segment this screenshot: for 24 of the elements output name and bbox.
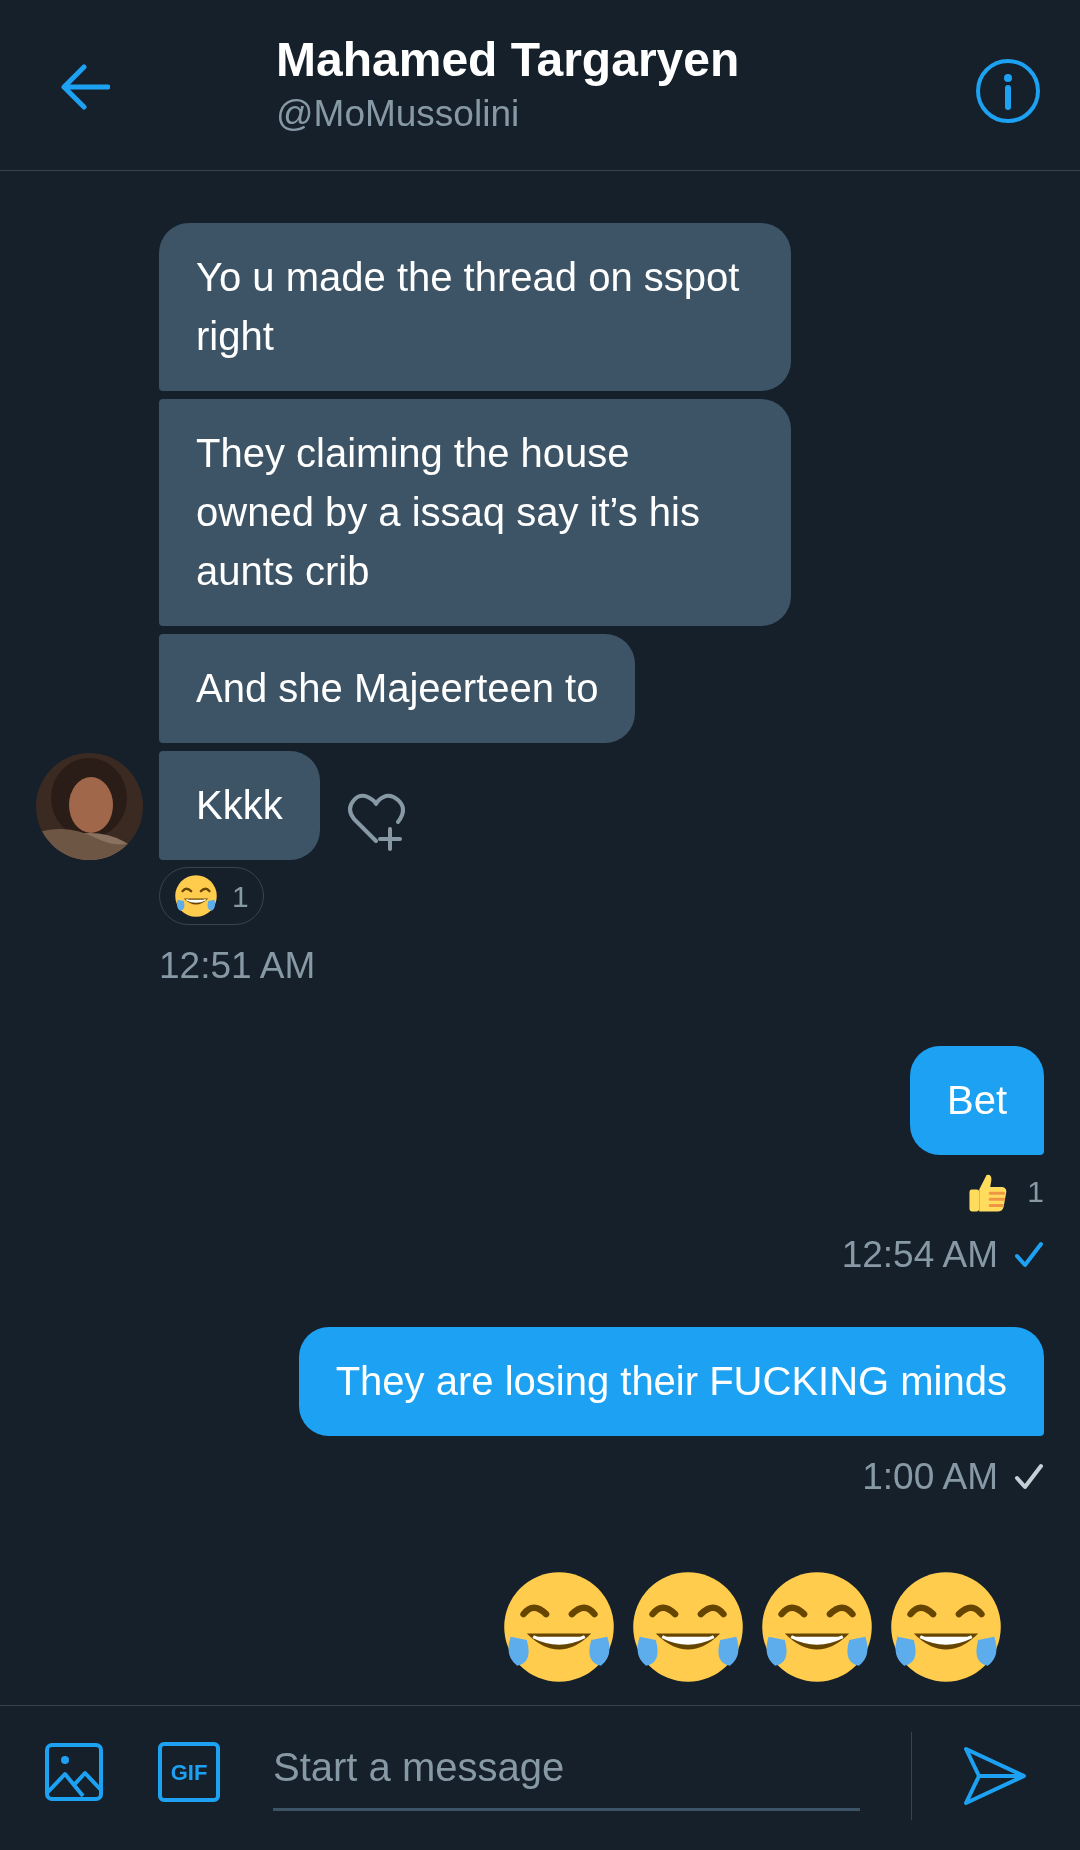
contact-name: Mahamed Targaryen — [276, 32, 740, 88]
info-icon[interactable] — [975, 58, 1041, 124]
send-icon[interactable] — [962, 1746, 1028, 1806]
message-bubble: They claiming the house owned by a issaq say it’s his aunts crib — [159, 399, 791, 626]
laughing-emoji-icon — [174, 874, 218, 918]
message-bubble: They are losing their FUCKING minds — [298, 1327, 1044, 1436]
reaction-count: 1 — [1027, 1174, 1044, 1210]
message-bubble: And she Majeerteen to — [159, 634, 636, 743]
gif-button[interactable]: GIF — [158, 1742, 220, 1802]
back-icon[interactable] — [60, 64, 110, 110]
message-input[interactable]: Start a message — [273, 1726, 860, 1811]
image-icon[interactable] — [44, 1742, 104, 1802]
laughing-emoji-icon — [759, 1569, 875, 1685]
laughing-emoji-icon — [501, 1569, 617, 1685]
contact-handle: @MoMussolini — [276, 92, 521, 136]
timestamp: 1:00 AM — [862, 1455, 998, 1499]
timestamp: 12:51 AM — [159, 944, 316, 988]
laughing-emoji-icon — [888, 1569, 1004, 1685]
laughing-emoji-icon — [630, 1569, 746, 1685]
timestamp: 12:54 AM — [841, 1233, 998, 1277]
message-bubble: Bet — [909, 1046, 1044, 1155]
reaction-count: 1 — [232, 878, 249, 915]
message-bubble: Kkkk — [159, 751, 320, 860]
message-bubble: Yo u made the thread on sspot right — [159, 223, 791, 391]
